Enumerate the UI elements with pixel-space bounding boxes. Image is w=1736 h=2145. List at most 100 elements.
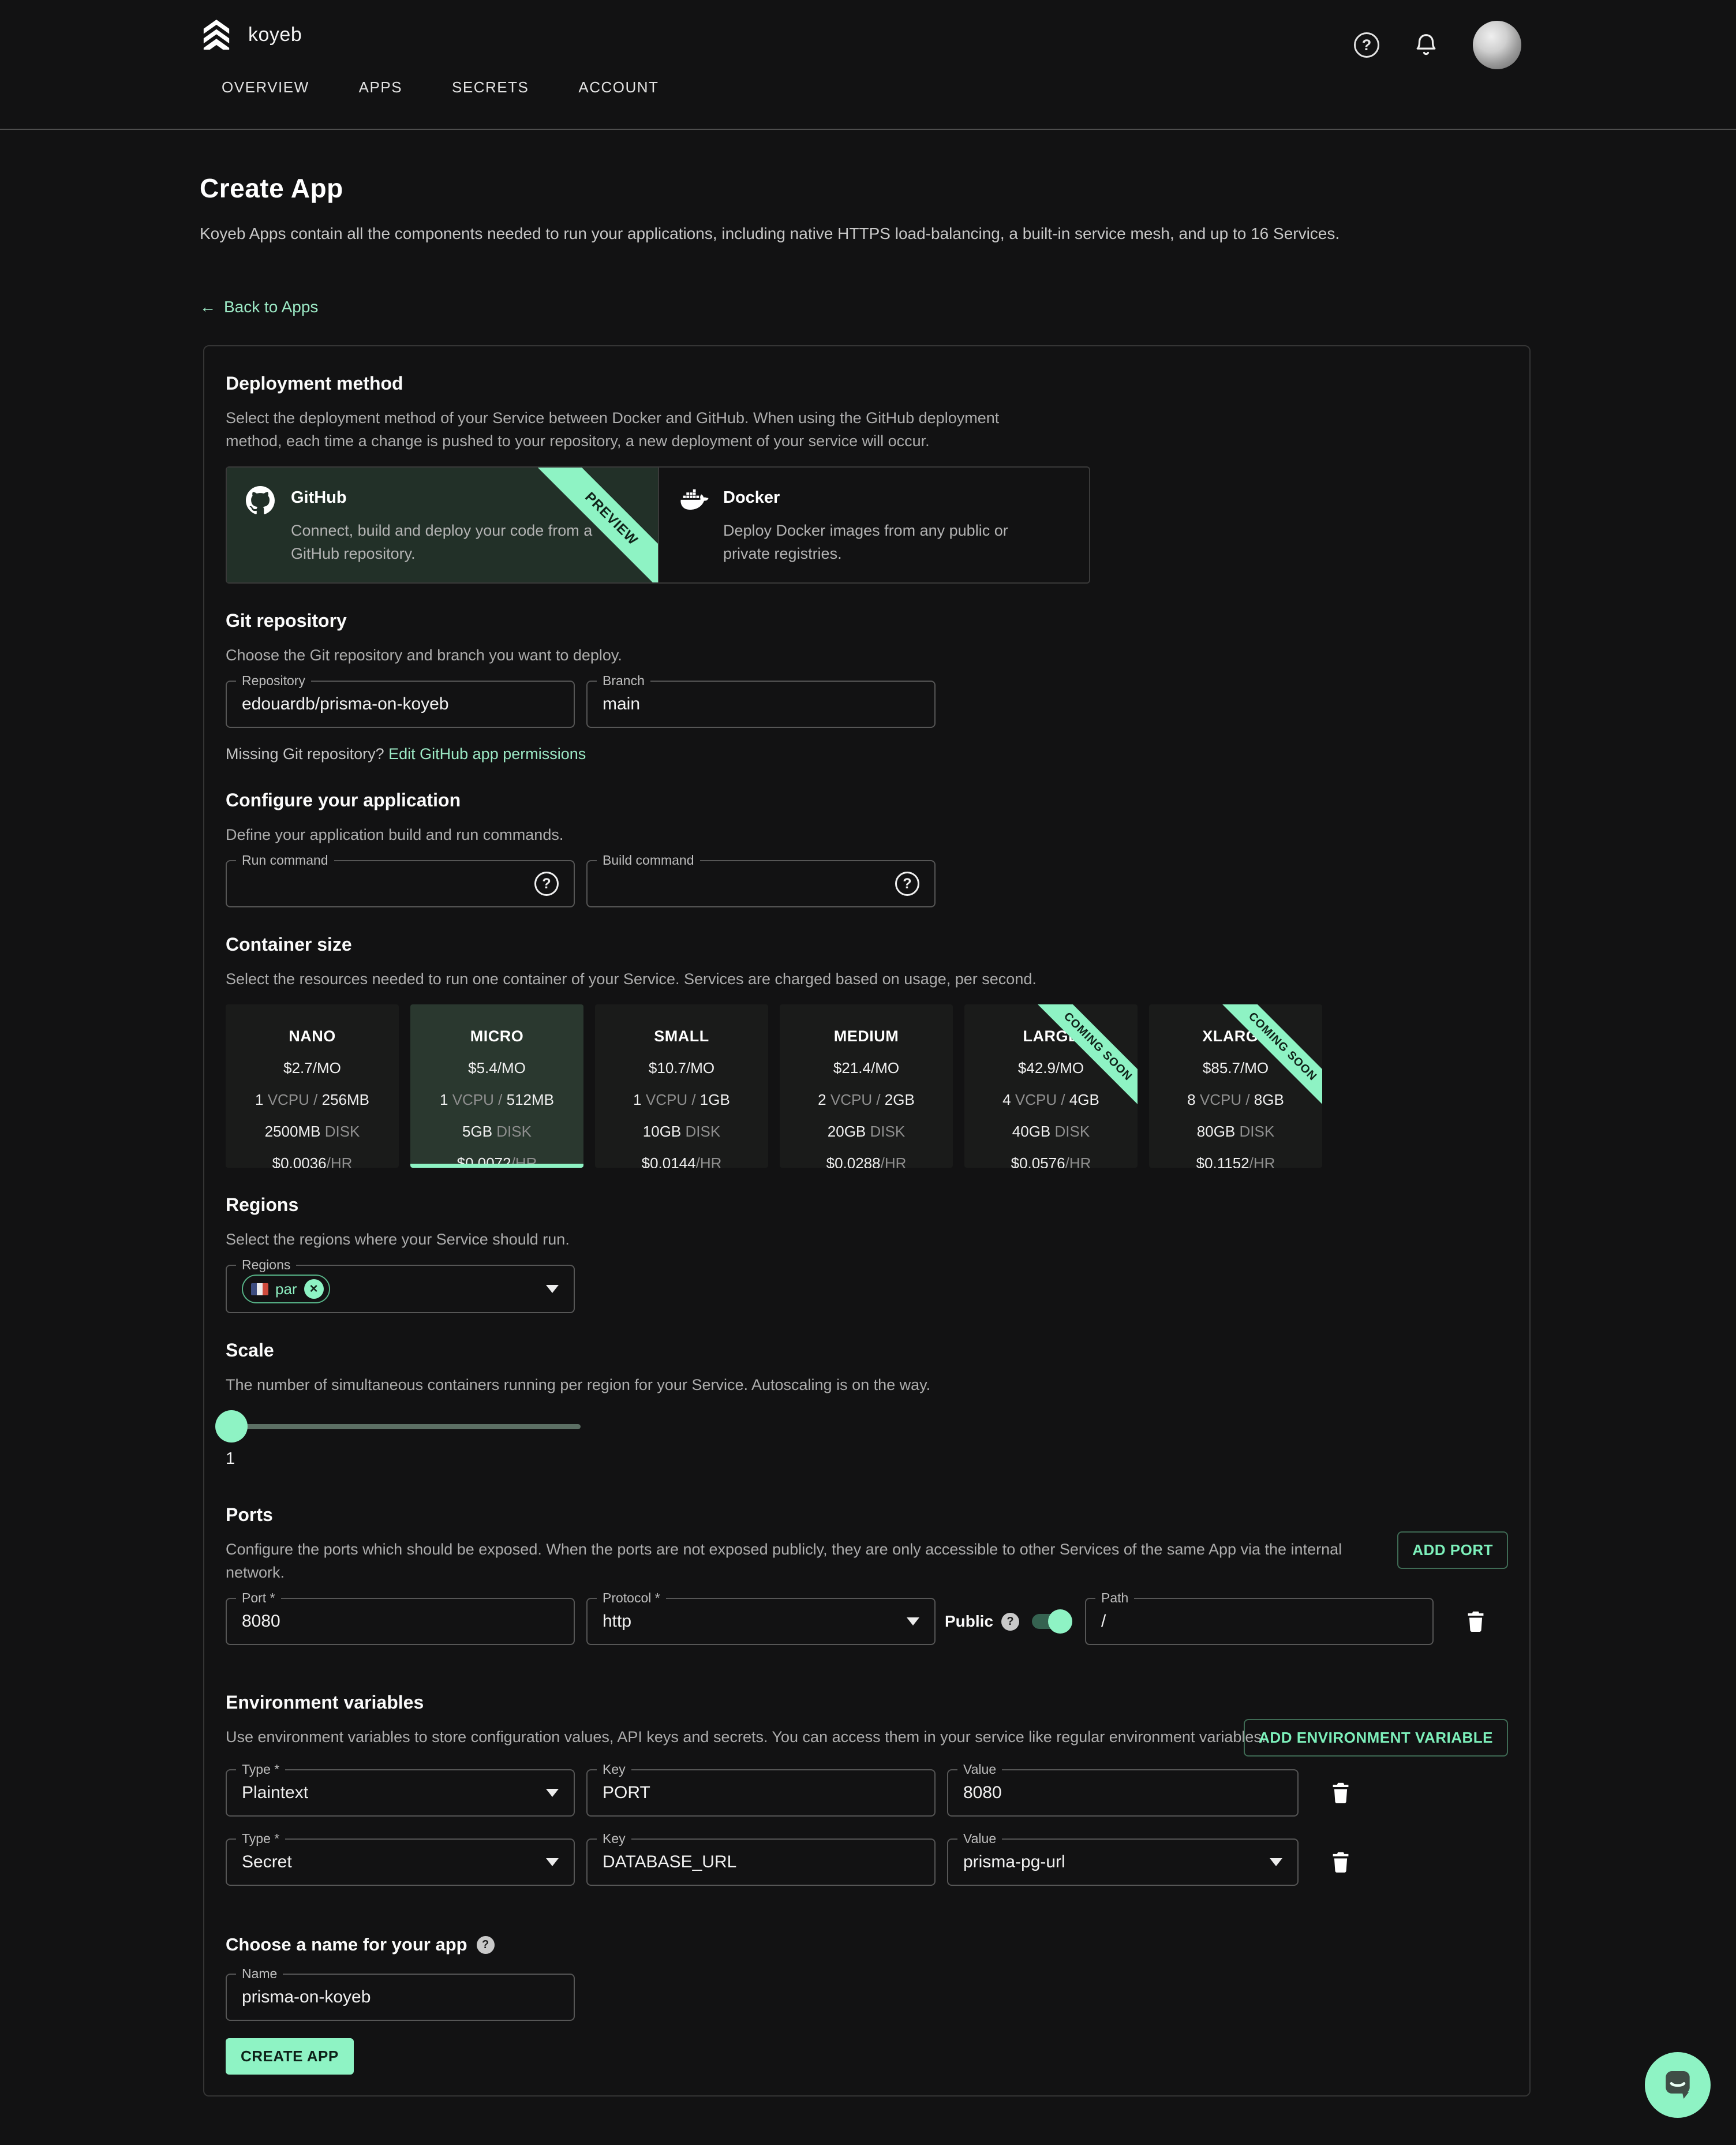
size-card-medium[interactable]: MEDIUM $21.4/MO 2 VCPU / 2GB 20GB DISK $… xyxy=(780,1004,953,1168)
missing-repo-hint: Missing Git repository? Edit GitHub app … xyxy=(226,745,1508,763)
top-header: koyeb ? OVERVIEW APPS SECRETS ACCOUNT xyxy=(0,0,1736,130)
main-nav: OVERVIEW APPS SECRETS ACCOUNT xyxy=(222,79,1736,96)
docker-icon xyxy=(678,486,707,515)
create-app-form: Deployment method Select the deployment … xyxy=(203,345,1531,2097)
delete-port-button[interactable] xyxy=(1462,1606,1489,1636)
path-field[interactable]: Path xyxy=(1085,1598,1434,1645)
add-port-button[interactable]: ADD PORT xyxy=(1397,1531,1508,1569)
nav-secrets[interactable]: SECRETS xyxy=(452,79,529,96)
scale-slider[interactable] xyxy=(226,1410,595,1443)
app-name-help-icon[interactable]: ? xyxy=(477,1936,495,1954)
scale-heading: Scale xyxy=(226,1341,1508,1359)
app-name-input[interactable] xyxy=(242,1987,559,2007)
git-description: Choose the Git repository and branch you… xyxy=(226,644,1508,667)
env-key-input[interactable] xyxy=(603,1783,919,1803)
path-input[interactable] xyxy=(1101,1612,1417,1631)
avatar[interactable] xyxy=(1473,21,1521,69)
notifications-bell-icon[interactable] xyxy=(1413,32,1439,58)
regions-description: Select the regions where your Service sh… xyxy=(226,1228,1508,1251)
chevron-down-icon xyxy=(546,1858,559,1866)
chevron-down-icon xyxy=(546,1789,559,1797)
page-description: Koyeb Apps contain all the components ne… xyxy=(200,220,1348,247)
env-heading: Environment variables xyxy=(226,1693,1508,1711)
regions-section: Regions Select the regions where your Se… xyxy=(226,1195,1508,1313)
repository-field[interactable]: Repository xyxy=(226,681,575,728)
region-chip-par[interactable]: par ✕ xyxy=(242,1275,330,1303)
size-card-micro[interactable]: MICRO $5.4/MO 1 VCPU / 512MB 5GB DISK $0… xyxy=(410,1004,583,1168)
env-value-field[interactable]: Value xyxy=(947,1769,1299,1817)
branch-field[interactable]: Branch xyxy=(586,681,936,728)
deployment-method-section: Deployment method Select the deployment … xyxy=(226,374,1508,584)
env-key-input[interactable] xyxy=(603,1852,919,1872)
env-key-field[interactable]: Key xyxy=(586,1838,936,1886)
build-command-input[interactable] xyxy=(603,874,895,894)
scale-description: The number of simultaneous containers ru… xyxy=(226,1373,1508,1396)
protocol-select[interactable]: Protocol * http xyxy=(586,1598,936,1645)
help-icon[interactable]: ? xyxy=(1354,32,1379,58)
container-size-description: Select the resources needed to run one c… xyxy=(226,967,1508,991)
repository-input[interactable] xyxy=(242,694,559,714)
chat-bubble-icon xyxy=(1660,2066,1696,2105)
regions-heading: Regions xyxy=(226,1195,1508,1214)
chevron-down-icon xyxy=(1270,1858,1282,1866)
run-command-field[interactable]: Run command ? xyxy=(226,860,575,907)
app-name-field[interactable]: Name xyxy=(226,1974,575,2021)
docker-option-title: Docker xyxy=(723,484,1072,507)
size-card-xlarge[interactable]: XLARGE $85.7/MO 8 VCPU / 8GB 80GB DISK $… xyxy=(1149,1004,1322,1168)
slider-track[interactable] xyxy=(231,1424,581,1429)
regions-select[interactable]: Regions par ✕ xyxy=(226,1265,575,1313)
chevron-down-icon xyxy=(907,1617,919,1625)
delete-env-var-button[interactable] xyxy=(1327,1847,1354,1877)
github-icon xyxy=(246,486,275,515)
size-card-large[interactable]: LARGE $42.9/MO 4 VCPU / 4GB 40GB DISK $0… xyxy=(964,1004,1138,1168)
nav-apps[interactable]: APPS xyxy=(359,79,402,96)
edit-github-permissions-link[interactable]: Edit GitHub app permissions xyxy=(388,745,586,763)
env-type-select[interactable]: Type * Plaintext xyxy=(226,1769,575,1817)
env-description: Use environment variables to store confi… xyxy=(226,1725,1316,1748)
env-value-input[interactable] xyxy=(963,1783,1282,1803)
size-card-small[interactable]: SMALL $10.7/MO 1 VCPU / 1GB 10GB DISK $0… xyxy=(595,1004,768,1168)
app-name-section: Choose a name for your app ? Name CREATE… xyxy=(226,1935,1508,2075)
configure-description: Define your application build and run co… xyxy=(226,823,1508,846)
configure-heading: Configure your application xyxy=(226,791,1508,809)
port-field[interactable]: Port * xyxy=(226,1598,575,1645)
env-type-select[interactable]: Type * Secret xyxy=(226,1838,575,1886)
branch-input[interactable] xyxy=(603,694,919,714)
configure-application-section: Configure your application Define your a… xyxy=(226,791,1508,907)
container-size-section: Container size Select the resources need… xyxy=(226,935,1508,1168)
koyeb-logo-icon[interactable] xyxy=(203,20,230,50)
deployment-option-github[interactable]: GitHub Connect, build and deploy your co… xyxy=(227,468,658,582)
size-card-nano[interactable]: NANO $2.7/MO 1 VCPU / 256MB 2500MB DISK … xyxy=(226,1004,399,1168)
chat-launcher[interactable] xyxy=(1645,2052,1711,2118)
nav-overview[interactable]: OVERVIEW xyxy=(222,79,309,96)
deployment-heading: Deployment method xyxy=(226,374,1508,393)
nav-account[interactable]: ACCOUNT xyxy=(578,79,659,96)
public-toggle[interactable] xyxy=(1032,1614,1068,1629)
scale-section: Scale The number of simultaneous contain… xyxy=(226,1341,1508,1468)
port-input[interactable] xyxy=(242,1612,559,1631)
public-help-icon[interactable]: ? xyxy=(1001,1613,1019,1631)
delete-env-var-button[interactable] xyxy=(1327,1778,1354,1808)
run-command-help-icon[interactable]: ? xyxy=(534,872,559,896)
environment-variables-section: Environment variables ADD ENVIRONMENT VA… xyxy=(226,1693,1508,1886)
public-label: Public xyxy=(945,1612,993,1631)
build-command-help-icon[interactable]: ? xyxy=(895,872,919,896)
env-key-field[interactable]: Key xyxy=(586,1769,936,1817)
deployment-option-docker[interactable]: Docker Deploy Docker images from any pub… xyxy=(658,468,1089,582)
add-environment-variable-button[interactable]: ADD ENVIRONMENT VARIABLE xyxy=(1244,1719,1508,1757)
slider-thumb[interactable] xyxy=(215,1410,248,1443)
build-command-field[interactable]: Build command ? xyxy=(586,860,936,907)
back-to-apps-link[interactable]: ← Back to Apps xyxy=(200,298,318,316)
env-value-select[interactable]: Value prisma-pg-url xyxy=(947,1838,1299,1886)
git-heading: Git repository xyxy=(226,611,1508,630)
run-command-input[interactable] xyxy=(242,874,534,894)
brand-name[interactable]: koyeb xyxy=(248,24,302,46)
github-option-description: Connect, build and deploy your code from… xyxy=(291,519,614,565)
git-repository-section: Git repository Choose the Git repository… xyxy=(226,611,1508,763)
create-app-button[interactable]: CREATE APP xyxy=(226,2038,354,2075)
remove-region-icon[interactable]: ✕ xyxy=(304,1279,324,1299)
ports-description: Configure the ports which should be expo… xyxy=(226,1538,1391,1584)
scale-value: 1 xyxy=(226,1449,1508,1468)
page-title: Create App xyxy=(200,173,1536,204)
container-size-options: NANO $2.7/MO 1 VCPU / 256MB 2500MB DISK … xyxy=(226,1004,1508,1168)
